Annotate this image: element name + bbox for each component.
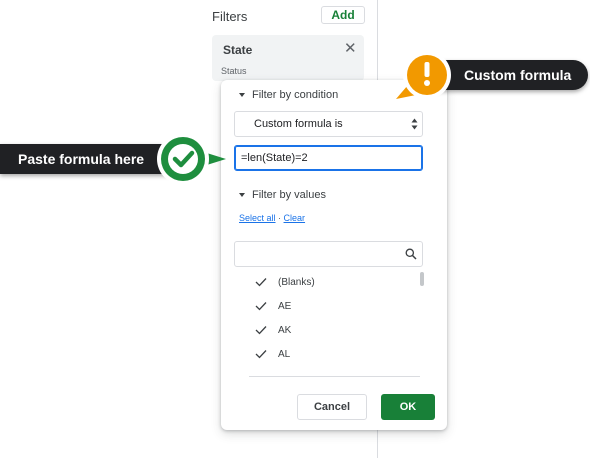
value-label: AL [278, 348, 291, 360]
check-icon [255, 278, 267, 287]
list-item[interactable]: AE [249, 294, 419, 318]
values-scrollbar[interactable] [420, 272, 424, 286]
caret-down-icon [239, 193, 245, 197]
ok-button[interactable]: OK [381, 394, 435, 420]
select-all-link[interactable]: Select all [239, 213, 276, 223]
filter-by-condition-label: Filter by condition [252, 89, 339, 101]
check-icon [255, 350, 267, 359]
condition-select-value: Custom formula is [254, 118, 343, 130]
filters-title: Filters [212, 9, 248, 24]
list-item[interactable]: AL [249, 342, 419, 366]
state-filter-status: Status [221, 66, 247, 76]
state-filter-title: State [223, 43, 253, 57]
updown-arrows-icon [411, 118, 418, 130]
filter-by-values-label: Filter by values [252, 189, 326, 201]
filter-by-condition-header[interactable]: Filter by condition [239, 89, 338, 101]
search-icon [405, 248, 417, 260]
values-search-input[interactable] [234, 241, 423, 267]
custom-formula-callout-label: Custom formula [464, 67, 572, 83]
screenshot-stage: Filters Add State ✕ Status Filter by con… [0, 0, 590, 458]
list-divider [249, 376, 420, 377]
list-item[interactable]: AK [249, 318, 419, 342]
custom-formula-input[interactable]: =len(State)=2 [234, 145, 423, 171]
link-separator: · [275, 213, 284, 223]
filter-by-values-header[interactable]: Filter by values [239, 189, 326, 201]
close-icon[interactable]: ✕ [344, 39, 357, 57]
condition-select[interactable]: Custom formula is [234, 111, 423, 137]
check-icon [255, 326, 267, 335]
clear-link[interactable]: Clear [284, 213, 306, 223]
caret-down-icon [239, 93, 245, 97]
values-list: (Blanks) AE AK AL [249, 270, 419, 376]
state-filter-card[interactable]: State ✕ Status [212, 35, 364, 81]
add-filter-button[interactable]: Add [321, 6, 365, 24]
value-label: (Blanks) [278, 276, 315, 288]
cancel-button[interactable]: Cancel [297, 394, 367, 420]
value-label: AE [278, 300, 292, 312]
checkmark-circle-icon [157, 133, 226, 185]
paste-formula-callout-label: Paste formula here [18, 151, 145, 167]
filter-dropdown-panel: Filter by condition Custom formula is =l… [221, 80, 447, 430]
select-links: Select all · Clear [239, 213, 305, 223]
value-label: AK [278, 324, 292, 336]
check-icon [255, 302, 267, 311]
list-item[interactable]: (Blanks) [249, 270, 419, 294]
exclamation-icon [396, 51, 451, 99]
